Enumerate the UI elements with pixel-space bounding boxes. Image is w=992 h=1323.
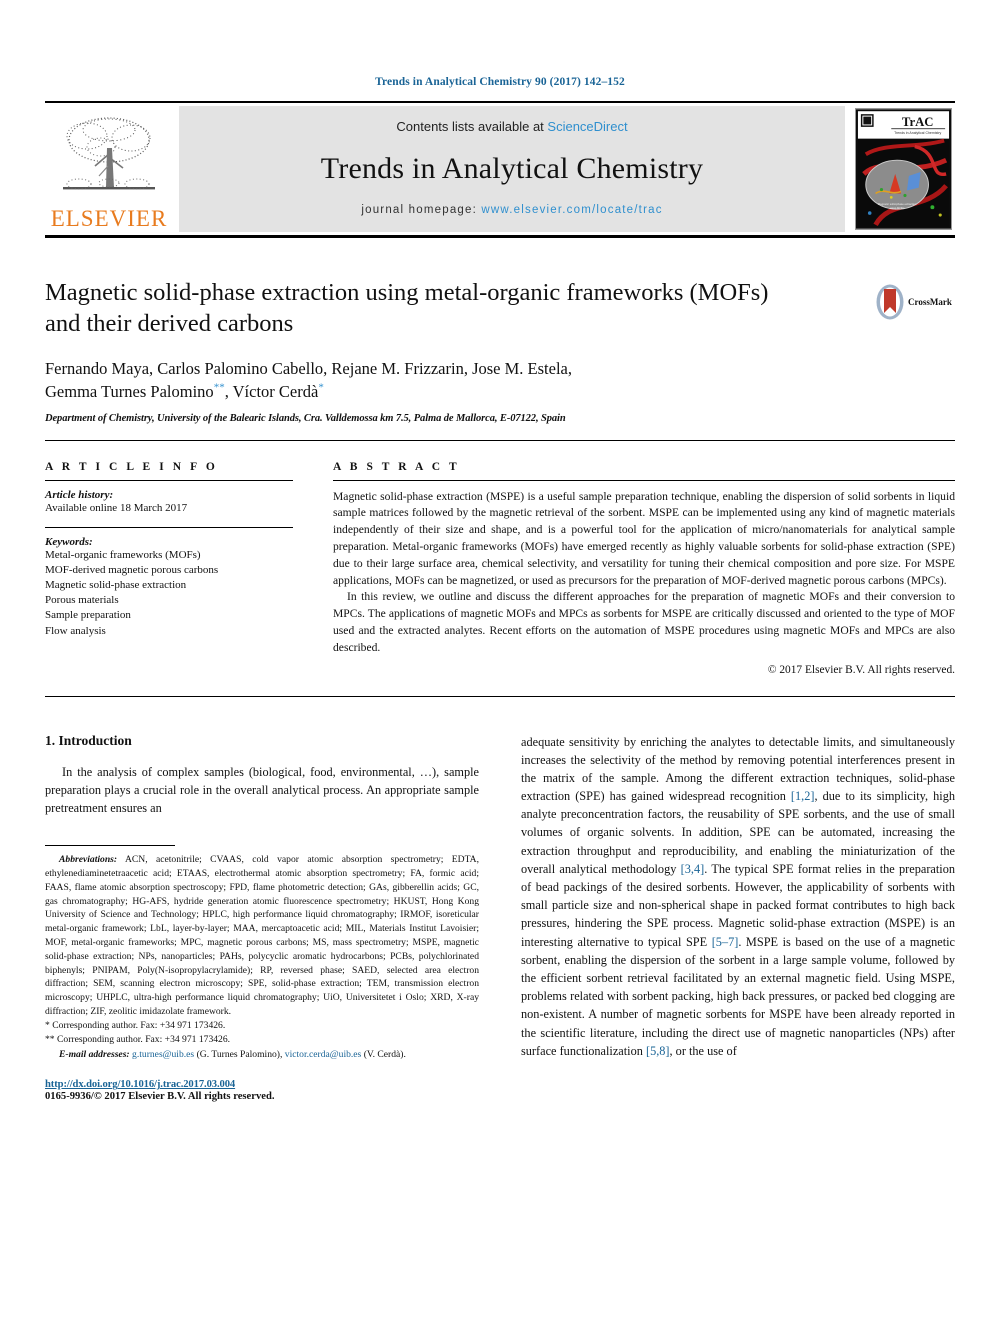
- journal-homepage-line: journal homepage: www.elsevier.com/locat…: [361, 204, 662, 216]
- corresponding-mark-1: *: [45, 1019, 50, 1031]
- keyword-item: Porous materials: [45, 594, 119, 607]
- email-addresses-footnote: E-mail addresses: g.turnes@uib.es (G. Tu…: [45, 1048, 479, 1062]
- abstract-paragraph: In this review, we outline and discuss t…: [333, 590, 955, 654]
- abstract-paragraph: Magnetic solid-phase extraction (MSPE) i…: [333, 489, 955, 587]
- corresponding-mark-double[interactable]: **: [214, 382, 225, 394]
- doi-link[interactable]: http://dx.doi.org/10.1016/j.trac.2017.03…: [45, 1079, 479, 1090]
- abstract-column: A B S T R A C T Magnetic solid-phase ext…: [333, 461, 955, 676]
- abstract-copyright: © 2017 Elsevier B.V. All rights reserved…: [767, 663, 955, 676]
- keywords-label: Keywords:: [45, 535, 93, 548]
- corresponding-mark-2: **: [45, 1034, 55, 1046]
- authors-line-2b: , Víctor Cerdà: [224, 382, 319, 402]
- journal-masthead: ELSEVIER Contents lists available at Sci…: [45, 106, 955, 232]
- abstract-bottom-rule: [45, 695, 955, 697]
- body-text-part: . MSPE is based on the use of a magnetic…: [521, 934, 955, 1058]
- homepage-prefix: journal homepage:: [361, 204, 482, 216]
- journal-cover-image: TrAC Trends in Analytical Chemistry Magn…: [854, 108, 952, 230]
- masthead-center: Contents lists available at ScienceDirec…: [179, 106, 845, 232]
- sciencedirect-link[interactable]: ScienceDirect: [547, 119, 627, 134]
- email-owner-2: (V. Cerdà).: [361, 1048, 406, 1060]
- crossmark-label: CrossMark: [908, 297, 952, 307]
- body-text-part: , or the use of: [669, 1043, 737, 1058]
- abstract-heading: A B S T R A C T: [333, 460, 460, 473]
- body-paragraph: adequate sensitivity by enriching the an…: [521, 733, 955, 1060]
- corresponding-text-1: Corresponding author. Fax: +34 971 17342…: [52, 1019, 226, 1031]
- authors-line-2a: Gemma Turnes Palomino: [45, 382, 214, 402]
- abbreviations-label: Abbreviations:: [59, 854, 118, 866]
- crossmark-badge[interactable]: CrossMark: [875, 280, 953, 324]
- email-link-1[interactable]: g.turnes@uib.es: [132, 1049, 194, 1060]
- svg-text:Trends in Analytical Chemistry: Trends in Analytical Chemistry: [894, 131, 941, 135]
- issn-copyright-line: 0165-9936/© 2017 Elsevier B.V. All right…: [45, 1091, 275, 1103]
- contents-prefix: Contents lists available at: [396, 119, 548, 134]
- email-link-2[interactable]: victor.cerda@uib.es: [285, 1049, 362, 1060]
- journal-title: Trends in Analytical Chemistry: [320, 152, 704, 185]
- keyword-item: Sample preparation: [45, 609, 131, 622]
- article-history-value: Available online 18 March 2017: [45, 501, 188, 514]
- running-head: Trends in Analytical Chemistry 90 (2017)…: [375, 76, 625, 88]
- email-owner-1: (G. Turnes Palomino),: [194, 1048, 285, 1060]
- elsevier-brand: ELSEVIER: [45, 106, 173, 232]
- body-paragraph: In the analysis of complex samples (biol…: [45, 764, 479, 815]
- body-columns: 1. Introduction In the analysis of compl…: [45, 732, 955, 1103]
- svg-text:TrAC: TrAC: [901, 115, 933, 129]
- citation-ref[interactable]: [5–7]: [712, 935, 739, 949]
- article-info-heading-rule: [45, 479, 293, 481]
- svg-text:Magnetic solid-phase extractio: Magnetic solid-phase extraction: [877, 202, 916, 206]
- svg-text:using MOFs: using MOFs: [889, 206, 904, 210]
- citation-ref[interactable]: [1,2]: [791, 789, 815, 803]
- keyword-item: Flow analysis: [45, 624, 106, 637]
- authors-line-1: Fernando Maya, Carlos Palomino Cabello, …: [45, 358, 572, 378]
- abbreviations-footnote: Abbreviations: ACN, acetonitrile; CVAAS,…: [45, 853, 479, 1019]
- elsevier-tree-icon: [63, 117, 155, 190]
- citation-ref[interactable]: [3,4]: [681, 862, 705, 876]
- keyword-item: Metal-organic frameworks (MOFs): [45, 548, 201, 561]
- elsevier-wordmark: ELSEVIER: [50, 206, 168, 231]
- abstract-heading-rule: [333, 479, 955, 481]
- footnote-separator: [45, 845, 175, 847]
- title-bottom-rule: [45, 439, 955, 441]
- doi-block: http://dx.doi.org/10.1016/j.trac.2017.03…: [45, 1079, 479, 1102]
- corresponding-author-1: * Corresponding author. Fax: +34 971 173…: [45, 1019, 479, 1033]
- journal-homepage-link[interactable]: www.elsevier.com/locate/trac: [481, 204, 662, 216]
- journal-article-page: Trends in Analytical Chemistry 90 (2017)…: [0, 0, 992, 1323]
- article-history-label: Article history:: [45, 488, 114, 501]
- contents-available-line: Contents lists available at ScienceDirec…: [396, 119, 627, 134]
- article-title: Magnetic solid-phase extraction using me…: [45, 279, 769, 337]
- masthead-bottom-rule: [45, 235, 955, 238]
- corresponding-author-2: ** Corresponding author. Fax: +34 971 17…: [45, 1033, 479, 1047]
- citation-ref[interactable]: [5,8]: [646, 1044, 670, 1058]
- keyword-item: Magnetic solid-phase extraction: [45, 579, 187, 592]
- author-list: Fernando Maya, Carlos Palomino Cabello, …: [45, 357, 815, 404]
- affiliation: Department of Chemistry, University of t…: [45, 412, 566, 424]
- title-block: Magnetic solid-phase extraction using me…: [45, 278, 955, 441]
- article-info-heading: A R T I C L E I N F O: [45, 460, 218, 473]
- section-title-introduction: 1. Introduction: [45, 732, 132, 748]
- masthead-top-rule: [45, 101, 955, 103]
- article-info-divider: [45, 526, 293, 528]
- info-abstract-section: A R T I C L E I N F O Article history: A…: [45, 461, 955, 676]
- body-column-right: adequate sensitivity by enriching the an…: [521, 733, 955, 1103]
- article-info-column: A R T I C L E I N F O Article history: A…: [45, 461, 293, 676]
- corresponding-mark-single[interactable]: *: [318, 382, 324, 394]
- keyword-item: MOF-derived magnetic porous carbons: [45, 563, 219, 576]
- journal-cover: TrAC Trends in Analytical Chemistry Magn…: [851, 106, 955, 232]
- corresponding-text-2: Corresponding author. Fax: +34 971 17342…: [57, 1034, 231, 1046]
- email-label: E-mail addresses:: [59, 1048, 130, 1060]
- abbreviations-text: ACN, acetonitrile; CVAAS, cold vapor ato…: [45, 854, 479, 1018]
- body-column-left: 1. Introduction In the analysis of compl…: [45, 732, 479, 1102]
- crossmark-icon: [876, 284, 904, 320]
